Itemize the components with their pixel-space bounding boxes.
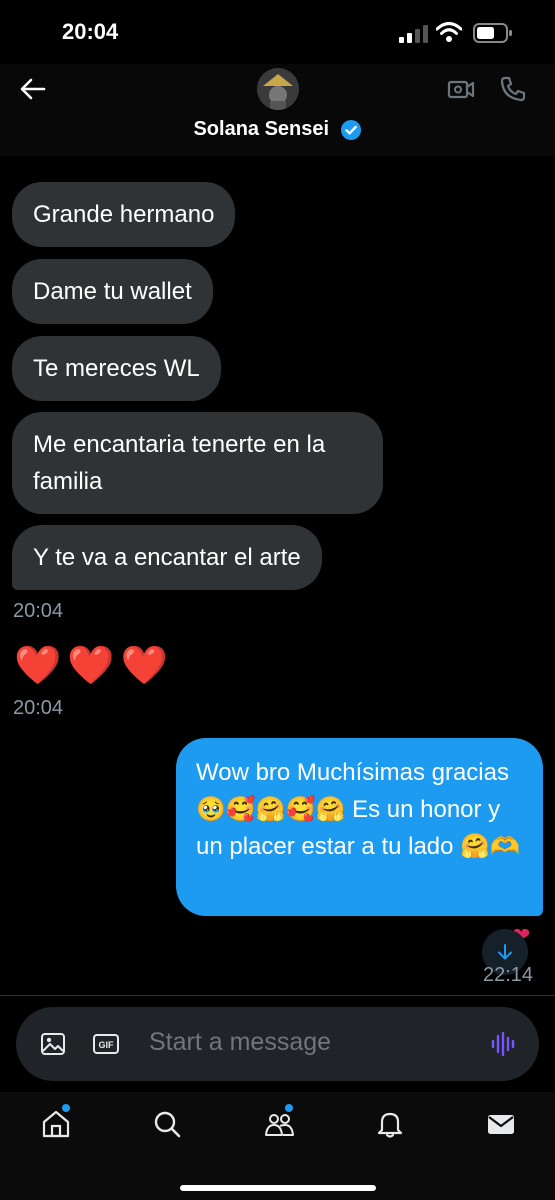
contact-name: Solana Sensei bbox=[193, 118, 330, 140]
gif-icon[interactable]: GIF bbox=[91, 1029, 121, 1059]
back-arrow-icon[interactable] bbox=[18, 74, 48, 104]
incoming-message[interactable]: Me encantaria tenerte en la familia bbox=[12, 412, 383, 514]
home-icon[interactable] bbox=[40, 1108, 72, 1140]
cellular-signal-icon bbox=[399, 25, 428, 43]
incoming-message[interactable]: Dame tu wallet bbox=[12, 259, 213, 324]
message-timestamp: 22:14 bbox=[483, 964, 534, 986]
search-icon[interactable] bbox=[151, 1108, 183, 1140]
arrow-down-icon bbox=[498, 944, 512, 960]
message-timestamp: 20:04 bbox=[13, 697, 64, 719]
conversation-header: Solana Sensei bbox=[0, 64, 555, 156]
communities-notification-dot bbox=[285, 1104, 293, 1112]
communities-icon[interactable] bbox=[263, 1108, 295, 1140]
contact-avatar[interactable] bbox=[257, 68, 299, 110]
verified-badge-icon bbox=[340, 119, 361, 140]
message-input[interactable]: Start a message bbox=[149, 1028, 331, 1057]
outgoing-message[interactable]: Wow bro Muchísimas gracias 🥹🥰🤗🥰🤗 Es un h… bbox=[176, 738, 543, 916]
svg-text:GIF: GIF bbox=[99, 1040, 115, 1050]
wifi-icon bbox=[436, 22, 462, 42]
composer-divider bbox=[0, 995, 555, 996]
bottom-tab-bar bbox=[0, 1092, 555, 1200]
home-notification-dot bbox=[62, 1104, 70, 1112]
image-icon[interactable] bbox=[38, 1029, 68, 1059]
incoming-message[interactable]: Grande hermano bbox=[12, 182, 236, 247]
home-indicator bbox=[180, 1185, 376, 1191]
message-composer: GIF Start a message bbox=[16, 1007, 539, 1081]
incoming-message[interactable]: Te mereces WL bbox=[12, 336, 221, 401]
message-timestamp: 20:04 bbox=[13, 600, 64, 622]
phone-icon[interactable] bbox=[498, 74, 528, 104]
status-time: 20:04 bbox=[62, 19, 119, 44]
video-call-icon[interactable] bbox=[446, 74, 476, 104]
mail-icon[interactable] bbox=[485, 1108, 517, 1140]
status-bar: 20:04 bbox=[0, 0, 555, 64]
hearts-message[interactable]: ❤️❤️❤️ bbox=[14, 644, 174, 688]
incoming-message[interactable]: Y te va a encantar el arte bbox=[12, 525, 322, 590]
voice-waveform-icon[interactable] bbox=[488, 1029, 518, 1059]
contact-name-row[interactable]: Solana Sensei bbox=[0, 118, 555, 141]
battery-icon bbox=[473, 23, 512, 43]
bell-icon[interactable] bbox=[374, 1108, 406, 1140]
avatar-image bbox=[257, 68, 299, 110]
